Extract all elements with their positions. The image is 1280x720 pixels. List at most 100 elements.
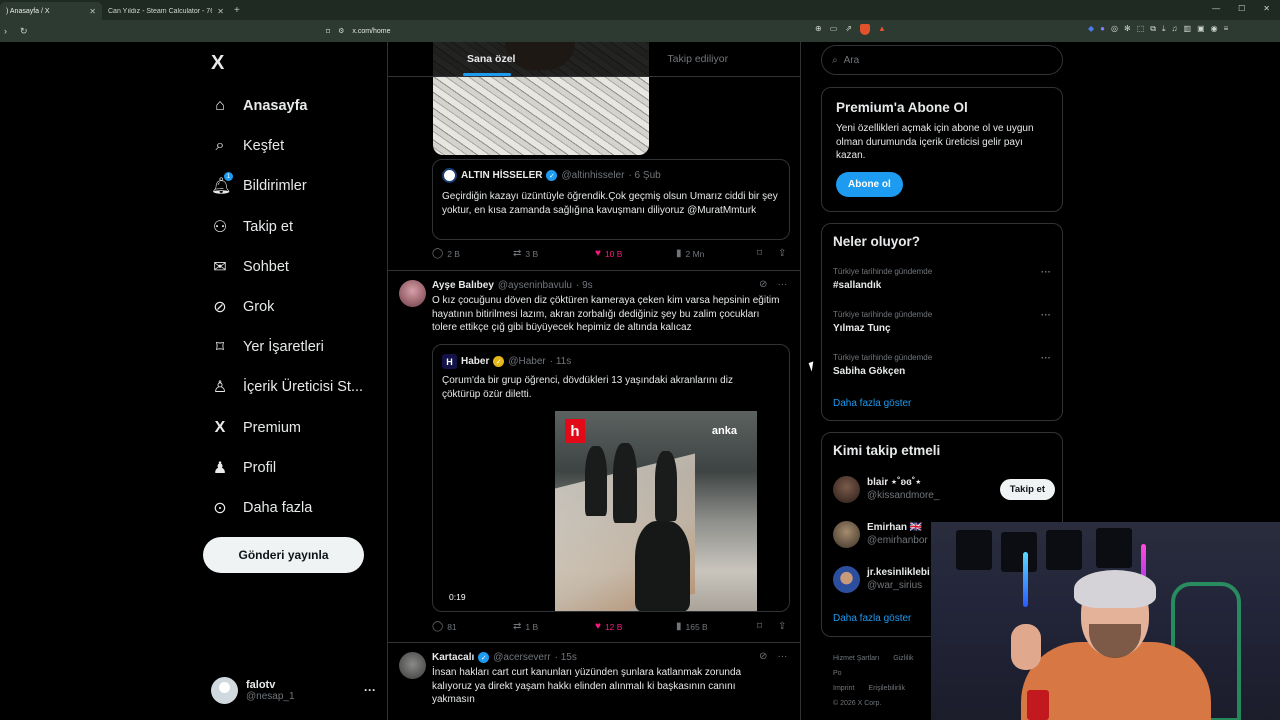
media-icon[interactable]: ♫ <box>1172 24 1178 34</box>
trend-item[interactable]: Türkiye tarihinde gündemde #sallandık ··… <box>833 267 1053 291</box>
tweet-time[interactable]: · 9s <box>576 280 593 291</box>
sidebar-item-takip-et[interactable]: ⚇ Takip et <box>211 207 381 247</box>
new-tab-icon[interactable]: + <box>234 5 240 16</box>
avatar[interactable] <box>399 652 426 679</box>
zoom-icon[interactable]: ⊕ <box>815 24 822 35</box>
show-more-follow-link[interactable]: Daha fazla göster <box>833 613 911 624</box>
tab-sana-ozel[interactable]: Sana özel <box>388 42 595 76</box>
sidebar-item-yer-isaretleri[interactable]: ⌑ Yer İşaretleri <box>211 327 381 367</box>
search-input[interactable]: ⌕ Ara <box>821 45 1063 75</box>
trend-item[interactable]: Türkiye tarihinde gündemde Yılmaz Tunç ·… <box>833 310 1053 334</box>
retweet-button[interactable]: ⇄ 1 B <box>513 621 538 632</box>
reply-button[interactable]: ◯ 81 <box>432 621 457 632</box>
sidebar-item-kesfet[interactable]: ⌕ Keşfet <box>211 126 381 166</box>
bookmark-button[interactable]: ⌑ <box>757 621 762 632</box>
subscribe-button[interactable]: Abone ol <box>836 171 903 197</box>
account-switcher[interactable]: falotv @nesap_1 ··· <box>211 674 376 706</box>
share-button[interactable]: ⇪ <box>778 621 786 632</box>
video-player[interactable]: h anka <box>555 411 757 611</box>
close-tab-icon[interactable]: ✕ <box>217 7 224 16</box>
home-icon: ⌂ <box>215 97 225 115</box>
minimize-icon[interactable]: — <box>1212 4 1220 13</box>
brave-shield-icon[interactable] <box>859 24 870 35</box>
trend-context: Türkiye tarihinde gündemde <box>833 310 933 319</box>
reload-icon[interactable]: ↻ <box>20 26 32 37</box>
site-info-icon[interactable]: ⚙ <box>338 27 344 35</box>
sidebar-item-bildirimler[interactable]: 🔔︎ 1 Bildirimler <box>211 166 381 206</box>
acoustic-panel <box>1096 528 1132 568</box>
more-options-icon[interactable]: ··· <box>1041 353 1051 364</box>
footer-link[interactable]: Imprint <box>833 685 854 692</box>
maximize-icon[interactable]: ☐ <box>1238 4 1245 13</box>
extension-icon[interactable]: ⧉ <box>1150 24 1156 34</box>
follow-button[interactable]: Takip et <box>999 478 1055 500</box>
reply-button[interactable]: ◯ 2 B <box>432 248 460 259</box>
divider <box>388 642 800 643</box>
sidebar-item-grok[interactable]: ⊘ Grok <box>211 287 381 327</box>
grok-icon[interactable]: ⊘ <box>759 651 767 662</box>
share-icon[interactable]: ⇗ <box>845 24 852 35</box>
url-text[interactable]: x.com/home <box>352 28 390 35</box>
footer-link[interactable]: Erişilebilirlik <box>868 685 905 692</box>
tab-takip-ediliyor[interactable]: Takip ediliyor <box>595 42 801 76</box>
close-window-icon[interactable]: ✕ <box>1263 4 1270 13</box>
sidebar-item-anasayfa[interactable]: ⌂ Anasayfa <box>211 86 381 126</box>
follow-suggestion[interactable]: blair ⋆˚ʚɞ˚⋆ @kissandmore_ Takip et <box>833 473 1055 505</box>
wallet-icon[interactable]: ▣ <box>1197 24 1205 34</box>
show-more-trends-link[interactable]: Daha fazla göster <box>833 398 911 409</box>
profile-icon[interactable]: ◉ <box>1211 24 1218 34</box>
more-options-icon[interactable]: ··· <box>1041 267 1051 278</box>
retweet-button[interactable]: ⇄ 3 B <box>513 248 538 259</box>
timeline: Sana özel Takip ediliyor ALTIN HİSSELER … <box>387 42 801 720</box>
share-button[interactable]: ⇪ <box>778 248 786 259</box>
like-button[interactable]: ♥ 10 B <box>595 248 622 259</box>
sidebar-icon[interactable]: ▥ <box>1184 24 1192 34</box>
avatar[interactable] <box>399 280 426 307</box>
tab-steam-calculator[interactable]: Can Yıldız - Steam Calculator - 76561 ✕ <box>102 2 230 20</box>
quoted-tweet[interactable]: H Haber ✓ @Haber · 11s Çorum'da bir grup… <box>432 344 790 612</box>
cast-icon[interactable]: ▭ <box>830 24 838 35</box>
extension-icon[interactable]: ▲ <box>878 24 886 35</box>
trend-item[interactable]: Türkiye tarihinde gündemde Sabiha Gökçen… <box>833 353 1053 377</box>
extension-icon[interactable]: ◆ <box>1088 24 1094 34</box>
more-options-icon[interactable]: ··· <box>1041 310 1051 321</box>
extension-icon[interactable]: ◎ <box>1111 24 1118 34</box>
more-options-icon[interactable]: ··· <box>777 279 787 290</box>
view-count: 165 B <box>685 621 708 632</box>
extension-icon[interactable]: ⬚ <box>1137 24 1145 34</box>
x-logo[interactable]: X <box>211 52 224 75</box>
quoted-tweet[interactable]: ALTIN HİSSELER ✓ @altinhisseler · 6 Şub … <box>432 159 790 240</box>
views-icon: ▮ <box>676 621 682 632</box>
author-name[interactable]: Ayşe Balıbey <box>432 280 494 291</box>
sidebar-item-icerik-ureticisi[interactable]: ♙ İçerik Üreticisi St... <box>211 367 381 407</box>
grok-icon[interactable]: ⊘ <box>759 279 767 290</box>
sidebar-item-premium[interactable]: X Premium <box>211 408 381 448</box>
sidebar-item-daha-fazla[interactable]: ⊙ Daha fazla <box>211 488 381 528</box>
sidebar-item-sohbet[interactable]: ✉ Sohbet <box>211 247 381 287</box>
author-handle[interactable]: @ayseninbavulu <box>498 280 572 291</box>
more-options-icon[interactable]: ··· <box>364 683 376 697</box>
more-options-icon[interactable]: ··· <box>777 651 787 662</box>
extension-icon[interactable]: ✻ <box>1124 24 1131 34</box>
footer-link[interactable]: Hizmet Şartları <box>833 655 879 662</box>
download-icon[interactable]: ⤓ <box>1162 24 1166 34</box>
sidebar-item-label: Keşfet <box>243 138 285 155</box>
sidebar-item-profil[interactable]: ♟ Profil <box>211 448 381 488</box>
author-name[interactable]: Kartacalı <box>432 652 474 663</box>
bookmark-page-icon[interactable]: ⌑ <box>326 27 330 36</box>
extension-icon[interactable]: ● <box>1100 24 1105 34</box>
close-tab-icon[interactable]: ✕ <box>89 7 96 16</box>
bookmark-button[interactable]: ⌑ <box>757 248 762 259</box>
tab-anasayfa[interactable]: ) Anasayfa / X ✕ <box>0 2 102 20</box>
author-handle[interactable]: @acerseverr <box>493 652 550 663</box>
video-frame-person <box>655 451 677 521</box>
like-button[interactable]: ♥ 12 B <box>595 621 622 632</box>
sidebar-nav: ⌂ Anasayfa ⌕ Keşfet 🔔︎ 1 Bildirimler ⚇ Takip … <box>211 86 381 528</box>
views-button[interactable]: ▮ 2 Mn <box>676 248 704 259</box>
views-button[interactable]: ▮ 165 B <box>676 621 708 632</box>
back-icon[interactable]: › <box>4 26 16 36</box>
tweet-time[interactable]: · 15s <box>555 652 577 663</box>
post-button[interactable]: Gönderi yayınla <box>203 537 364 573</box>
menu-icon[interactable]: ≡ <box>1224 24 1229 34</box>
retweet-icon: ⇄ <box>513 248 522 259</box>
